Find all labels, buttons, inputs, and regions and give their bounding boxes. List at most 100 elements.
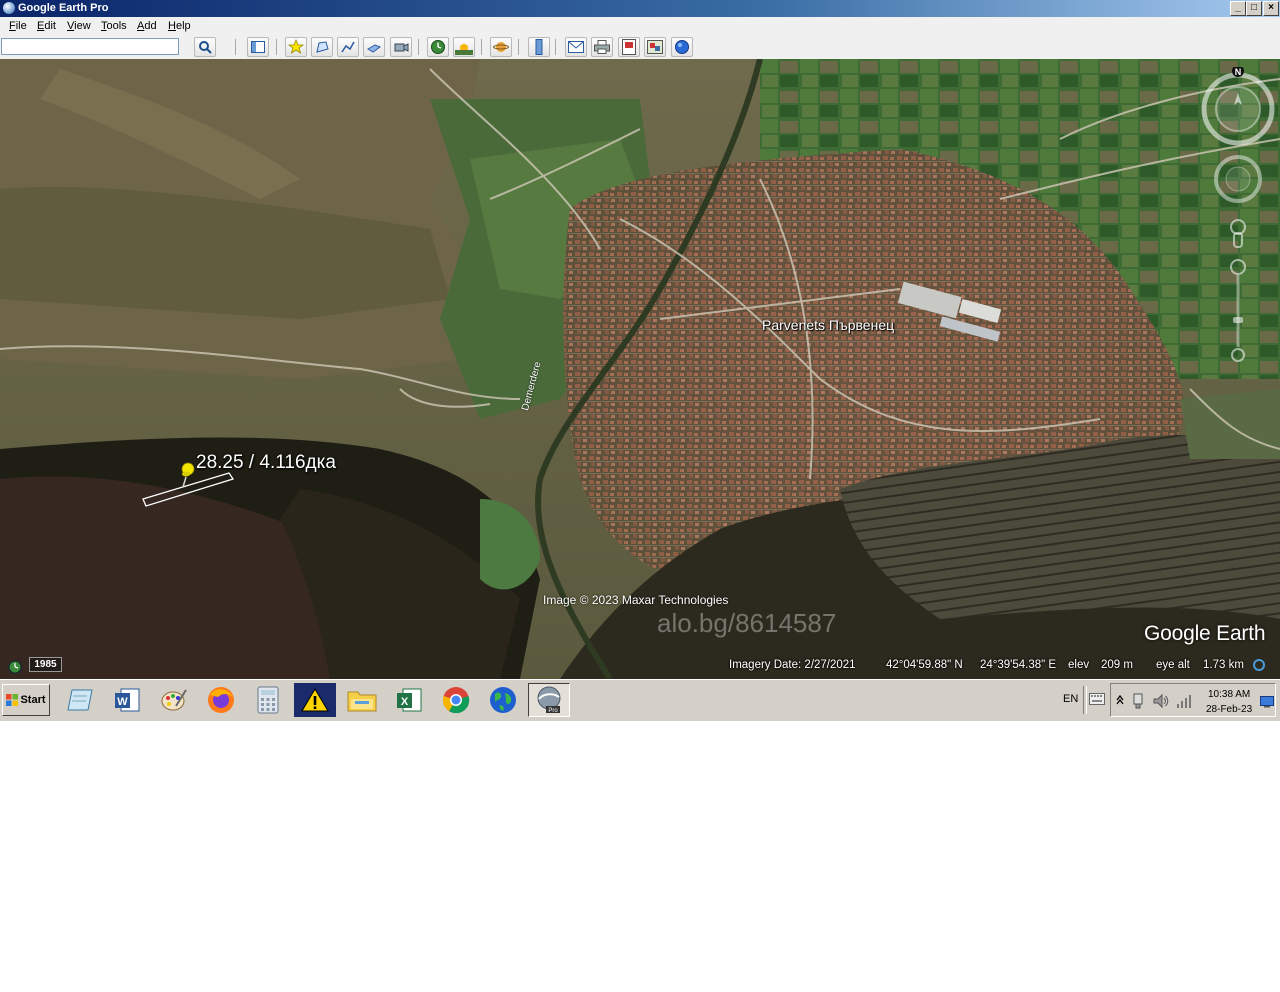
record-tour-button[interactable]: [390, 37, 412, 57]
menu-tools[interactable]: Tools: [101, 20, 127, 32]
taskbar-warning-app[interactable]: [294, 683, 336, 717]
toolbar-divider: [276, 39, 277, 55]
historical-imagery-button[interactable]: [427, 37, 449, 57]
taskbar-calculator[interactable]: [247, 683, 289, 717]
menu-add[interactable]: Add: [137, 20, 157, 32]
historical-imagery-clock-icon[interactable]: [8, 660, 22, 674]
chrome-icon: [442, 687, 470, 714]
google-earth-app-icon: [3, 2, 15, 14]
zoom-out-icon: [1231, 348, 1245, 362]
language-indicator[interactable]: EN: [1063, 693, 1078, 705]
elevation-label: elev: [1068, 659, 1090, 671]
placemark-label[interactable]: 28.25 / 4.116дка: [196, 452, 336, 474]
menu-file[interactable]: File: [9, 20, 27, 32]
toolbar-divider: [235, 39, 236, 55]
clock-date[interactable]: 28-Feb-23: [1206, 704, 1252, 715]
menu-edit[interactable]: Edit: [37, 20, 56, 32]
title-bar: Google Earth Pro _ □ ×: [0, 0, 1280, 17]
longitude: 24°39'54.38" E: [980, 659, 1057, 671]
taskbar: Start W X Pro EN 10:38 AM 28-Feb-23: [0, 679, 1280, 721]
taskbar-paint[interactable]: [153, 683, 195, 717]
warning-icon: [301, 688, 329, 712]
earth-gallery-icon: [675, 40, 689, 54]
close-button[interactable]: ×: [1263, 1, 1279, 16]
earth-gallery-button[interactable]: [671, 37, 693, 57]
search-input[interactable]: [1, 38, 179, 55]
show-desktop-icon[interactable]: [1260, 696, 1274, 708]
google-earth-pro-icon: Pro: [537, 686, 561, 714]
historical-year-slider[interactable]: 1985: [29, 657, 62, 672]
latitude: 42°04'59.88" N: [886, 659, 963, 671]
streaming-indicator-icon: [1253, 659, 1265, 671]
toolbar-divider: [418, 39, 419, 55]
toolbar: [0, 35, 1280, 60]
add-path-button[interactable]: [337, 37, 359, 57]
sidebar-toggle-button[interactable]: [247, 37, 269, 57]
start-button[interactable]: Start: [2, 684, 50, 716]
keyboard-icon[interactable]: [1089, 693, 1105, 705]
add-image-overlay-button[interactable]: [363, 37, 385, 57]
taskbar-google-earth-pro[interactable]: Pro: [528, 683, 570, 717]
search-icon: [199, 41, 212, 54]
search-button[interactable]: [194, 37, 216, 57]
minimize-button[interactable]: _: [1230, 1, 1246, 16]
taskbar-firefox[interactable]: [200, 683, 242, 717]
tray-divider: [1083, 686, 1087, 714]
email-button[interactable]: [565, 37, 587, 57]
add-image-overlay-icon: [367, 44, 382, 53]
usb-device-icon[interactable]: [1131, 693, 1145, 709]
toolbar-divider: [555, 39, 556, 55]
town-label[interactable]: Parvenets Първенец: [762, 317, 894, 333]
add-placemark-button[interactable]: [285, 37, 307, 57]
navigation-controls[interactable]: N: [1200, 67, 1280, 367]
network-signal-icon[interactable]: [1176, 693, 1192, 709]
menu-help[interactable]: Help: [168, 20, 191, 32]
show-hidden-icons-icon[interactable]: [1116, 694, 1124, 706]
satellite-imagery: [0, 59, 1280, 679]
add-polygon-button[interactable]: [311, 37, 333, 57]
sunlight-icon: [455, 44, 473, 55]
planets-button[interactable]: [490, 37, 512, 57]
print-icon: [594, 40, 610, 54]
window-title: Google Earth Pro: [18, 2, 109, 14]
taskbar-word[interactable]: W: [106, 683, 148, 717]
taskbar-notepad[interactable]: [59, 683, 101, 717]
sunlight-button[interactable]: [453, 37, 475, 57]
taskbar-chrome[interactable]: [435, 683, 477, 717]
firefox-icon: [208, 687, 234, 713]
toolbar-divider: [481, 39, 482, 55]
start-label: Start: [20, 694, 46, 706]
svg-text:Pro: Pro: [548, 708, 558, 714]
volume-icon[interactable]: [1153, 693, 1169, 709]
menu-view[interactable]: View: [67, 20, 91, 32]
ruler-icon: [535, 39, 543, 55]
elevation-value: 209 m: [1101, 659, 1133, 671]
svg-text:X: X: [401, 696, 409, 708]
menu-bar: File Edit View Tools Add Help: [0, 17, 1280, 35]
taskbar-globe-app[interactable]: [482, 683, 524, 717]
map-view[interactable]: Parvenets Първенец Demerdere 28.25 / 4.1…: [0, 59, 1280, 679]
save-image-icon: [622, 39, 636, 55]
clock-time[interactable]: 10:38 AM: [1208, 689, 1250, 700]
maximize-button[interactable]: □: [1246, 1, 1262, 16]
eye-alt-label: eye alt: [1156, 659, 1190, 671]
view-in-maps-button[interactable]: [644, 37, 666, 57]
print-button[interactable]: [591, 37, 613, 57]
add-polygon-icon: [316, 41, 329, 53]
save-image-button[interactable]: [618, 37, 640, 57]
record-tour-icon: [394, 43, 409, 52]
paint-icon: [161, 689, 187, 711]
north-label: N: [1235, 67, 1242, 77]
globe-icon: [490, 687, 516, 713]
word-icon: W: [115, 688, 140, 712]
historical-imagery-icon: [431, 40, 445, 54]
system-tray: 10:38 AM 28-Feb-23: [1110, 683, 1276, 717]
imagery-date: Imagery Date: 2/27/2021: [729, 659, 856, 671]
taskbar-excel[interactable]: X: [388, 683, 430, 717]
sidebar-toggle-icon: [251, 41, 265, 53]
add-placemark-icon: [288, 39, 304, 54]
imagery-copyright: Image © 2023 Maxar Technologies: [543, 593, 729, 607]
google-earth-logo: Google Earth: [1144, 622, 1266, 645]
taskbar-file-explorer[interactable]: [341, 683, 383, 717]
ruler-button[interactable]: [528, 37, 550, 57]
